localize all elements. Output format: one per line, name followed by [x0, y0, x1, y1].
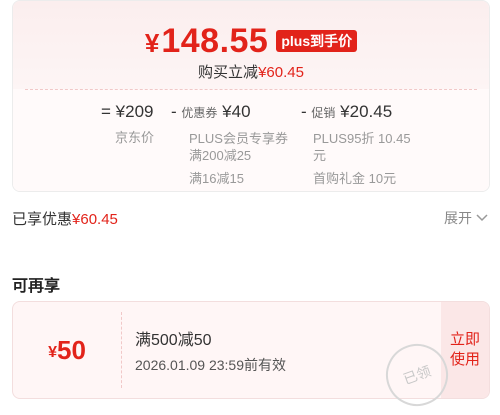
expand-button[interactable]: 展开	[444, 208, 488, 228]
plus-price-badge: plus到手价	[276, 30, 358, 52]
coupon-divider	[121, 312, 122, 388]
discount-amount: ¥60.45	[72, 211, 118, 228]
coupon-value: ¥40	[222, 102, 251, 121]
minus-sign: -	[171, 102, 177, 121]
promo-value: ¥20.45	[340, 102, 393, 121]
promo-title: 促销	[311, 106, 336, 120]
promo-detail-3: 首购礼金 10元	[313, 171, 397, 186]
use-now-line2: 使用	[449, 351, 480, 368]
instant-savings: 购买立减¥60.45	[13, 61, 489, 82]
promo-detail-2: 元	[313, 148, 327, 163]
equals-sign: =	[101, 102, 111, 121]
coupon-detail-3: 满16减15	[189, 171, 244, 186]
coupon-amount-value: 50	[56, 334, 86, 365]
discount-summary-label: 已享优惠¥60.45	[12, 211, 118, 228]
currency-symbol: ¥	[144, 27, 160, 58]
base-price: ¥209	[115, 102, 154, 121]
base-price-label: 京东价	[115, 130, 155, 145]
use-now-line1: 立即	[449, 331, 480, 348]
chevron-down-icon	[476, 214, 488, 222]
price-card: ¥ 148.55 plus到手价 购买立减¥60.45 = ¥209 京东价 -…	[12, 0, 490, 192]
coupon-detail-1: PLUS会员专享券	[189, 131, 288, 146]
coupon-amount: ¥ 50	[13, 302, 121, 398]
coupon-title: 满500减50	[135, 332, 212, 349]
minus-sign: -	[301, 102, 307, 121]
final-price: 148.55	[161, 21, 269, 60]
price-breakdown: = ¥209 京东价 - 优惠券 ¥40 PLUS会员专享券 满200减25 满…	[13, 101, 489, 191]
discount-summary: 已享优惠¥60.45 展开	[0, 208, 500, 230]
coupon-title: 优惠券	[181, 106, 218, 120]
expand-label: 展开	[444, 210, 472, 226]
divider	[25, 89, 477, 90]
coupon-detail-2: 满200减25	[189, 148, 252, 163]
coupon-column: - 优惠券 ¥40 PLUS会员专享券 满200减25 满16减15	[171, 101, 288, 187]
section-title: 可再享	[12, 278, 61, 295]
base-price-column: = ¥209 京东价	[101, 101, 154, 146]
savings-label: 购买立减	[198, 64, 259, 81]
use-now-button[interactable]: 立即 使用	[441, 302, 489, 398]
final-price-row: ¥ 148.55 plus到手价	[13, 21, 489, 60]
price-header: ¥ 148.55 plus到手价 购买立减¥60.45	[13, 1, 489, 89]
promo-detail-1: PLUS95折 10.45	[313, 131, 411, 146]
claimed-stamp-text: 已领	[401, 362, 433, 388]
coupon-expiry: 2026.01.09 23:59前有效	[135, 357, 286, 373]
coupon-info: 满500减50 2026.01.09 23:59前有效	[135, 330, 286, 375]
promo-column: - 促销 ¥20.45 PLUS95折 10.45 元 首购礼金 10元	[301, 101, 411, 187]
savings-amount: ¥60.45	[258, 64, 304, 81]
coupon-currency: ¥	[48, 344, 57, 361]
